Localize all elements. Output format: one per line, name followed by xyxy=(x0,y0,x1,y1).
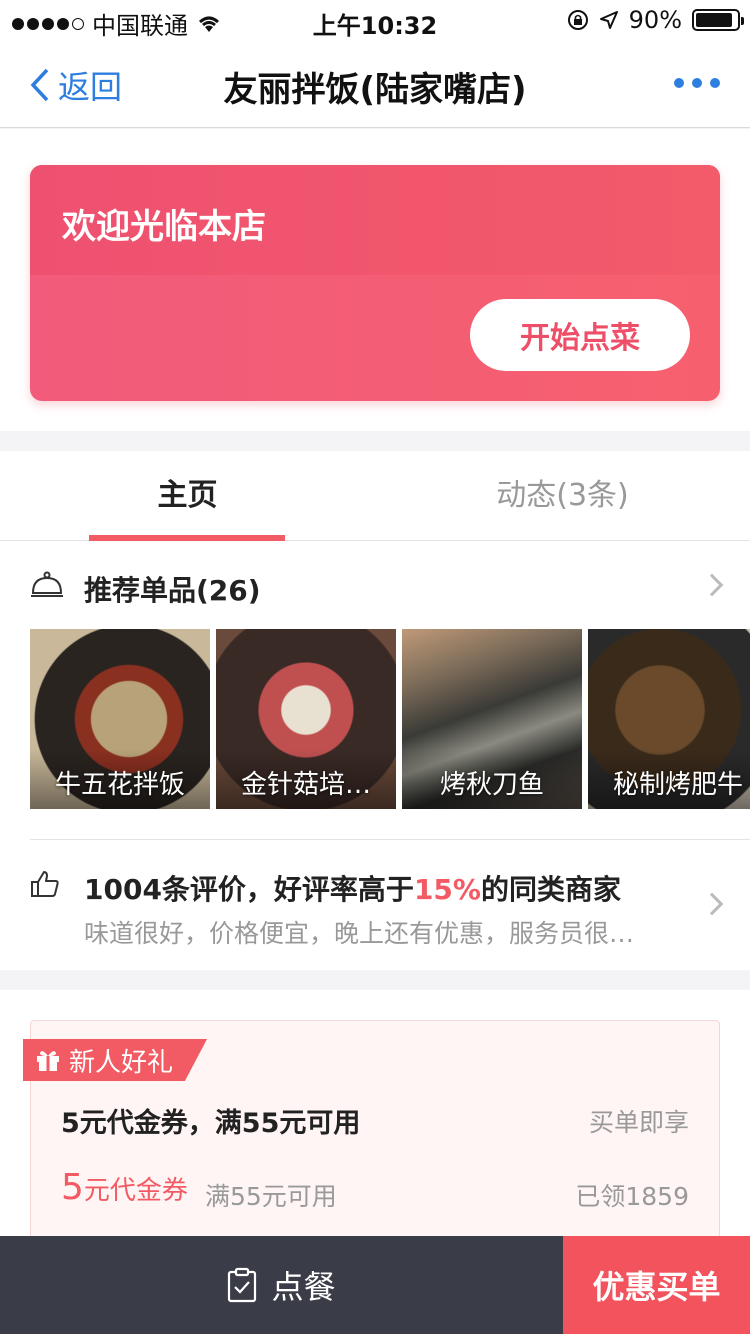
dish-name: 烤秋刀鱼 xyxy=(439,770,544,800)
status-bar: 中国联通 上午10:32 90% xyxy=(0,0,750,40)
page-title: 友丽拌饭(陆家嘴店) xyxy=(223,70,527,110)
tab-updates[interactable]: 动态(3条) xyxy=(375,451,750,540)
dish-name: 牛五花拌饭 xyxy=(54,770,185,800)
recommended-header[interactable]: 推荐单品(26) xyxy=(0,541,750,629)
location-arrow-icon xyxy=(599,11,618,29)
bottom-action-bar: 点餐 优惠买单 xyxy=(0,1236,750,1334)
order-button[interactable]: 点餐 xyxy=(0,1236,563,1334)
main-content: 主页 动态(3条) 推荐单品(26) 牛五花拌饭 金针菇培… 烤秋刀鱼 秘制烤肥… xyxy=(0,451,750,970)
discount-pay-button[interactable]: 优惠买单 xyxy=(563,1236,750,1334)
coupon-description: 5元代金券，满55元可用 xyxy=(61,1108,361,1139)
chevron-right-icon xyxy=(700,573,724,597)
dish-card[interactable]: 牛五花拌饭 xyxy=(30,629,210,809)
dish-card[interactable]: 烤秋刀鱼 xyxy=(402,629,582,809)
reviews-row[interactable]: 1004条评价，好评率高于15%的同类商家 味道很好，价格便宜，晚上还有优惠，服… xyxy=(30,839,750,969)
order-label: 点餐 xyxy=(271,1269,336,1305)
coupon-card[interactable]: 新人好礼 5元代金券，满55元可用 买单即享 5元代金券 满55元可用 已领18… xyxy=(23,1020,720,1250)
status-right: 90% xyxy=(567,6,744,34)
coupon-tag: 买单即享 xyxy=(588,1108,689,1137)
tab-bar: 主页 动态(3条) xyxy=(0,451,750,541)
more-dot-icon xyxy=(674,78,684,88)
recommended-title: 推荐单品(26) xyxy=(84,574,261,607)
rotation-lock-icon xyxy=(567,10,588,30)
coupon-condition: 满55元可用 xyxy=(205,1182,337,1211)
more-dot-icon xyxy=(692,78,702,88)
review-snippet: 味道很好，价格便宜，晚上还有优惠，服务员很… xyxy=(84,919,635,948)
new-user-gift-badge: 新人好礼 xyxy=(23,1039,208,1081)
dish-carousel[interactable]: 牛五花拌饭 金针菇培… 烤秋刀鱼 秘制烤肥牛 xyxy=(0,629,750,809)
cloche-icon xyxy=(31,571,63,597)
dish-name: 金针菇培… xyxy=(240,770,371,800)
thumbs-up-icon xyxy=(31,871,59,897)
review-summary: 1004条评价，好评率高于15%的同类商家 xyxy=(84,873,621,906)
battery-percent: 90% xyxy=(628,6,682,34)
more-options-button[interactable] xyxy=(674,78,720,88)
welcome-section: 欢迎光临本店 开始点菜 xyxy=(0,129,750,431)
gift-icon xyxy=(37,1051,59,1071)
more-dot-icon xyxy=(710,78,720,88)
coupon-claimed-count: 已领1859 xyxy=(575,1182,689,1211)
start-ordering-button[interactable]: 开始点菜 xyxy=(470,299,690,371)
coupon-section: 新人好礼 5元代金券，满55元可用 买单即享 5元代金券 满55元可用 已领18… xyxy=(0,990,750,1250)
dish-name: 秘制烤肥牛 xyxy=(612,770,743,800)
welcome-card: 欢迎光临本店 开始点菜 xyxy=(30,165,720,401)
clipboard-check-icon xyxy=(228,1267,257,1303)
chevron-right-icon xyxy=(700,892,724,916)
battery-icon xyxy=(692,9,744,31)
navigation-bar: 返回 友丽拌饭(陆家嘴店) xyxy=(0,40,750,128)
tab-home[interactable]: 主页 xyxy=(0,451,375,540)
positive-rate: 15% xyxy=(413,873,481,906)
welcome-title: 欢迎光临本店 xyxy=(62,207,266,247)
dish-card[interactable]: 秘制烤肥牛 xyxy=(588,629,750,809)
dish-card[interactable]: 金针菇培… xyxy=(216,629,396,809)
coupon-amount: 5元代金券 xyxy=(61,1167,188,1208)
